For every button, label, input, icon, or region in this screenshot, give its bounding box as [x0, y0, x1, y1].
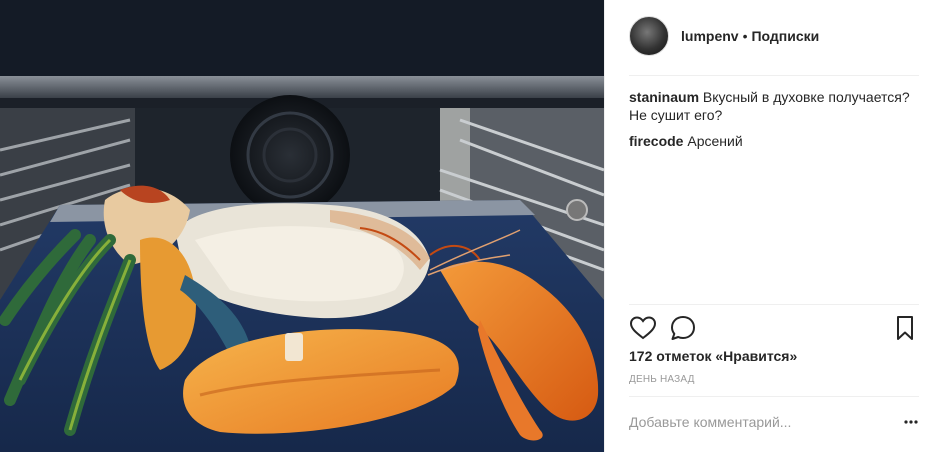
comment-item: firecode Арсений — [629, 132, 919, 150]
follow-button[interactable]: Подписки — [751, 28, 819, 44]
post-photo[interactable] — [0, 0, 604, 452]
likes-count[interactable]: 172 отметок «Нравится» — [629, 348, 797, 364]
separator-dot: • — [742, 28, 748, 44]
lobster-in-oven-photo — [0, 0, 604, 452]
more-options-icon[interactable] — [903, 414, 919, 430]
comment-text: Арсений — [687, 133, 743, 149]
heart-outline-icon[interactable] — [629, 314, 657, 342]
comment-input[interactable] — [629, 414, 889, 430]
header-divider — [629, 75, 919, 76]
comment-box-divider — [629, 396, 919, 397]
bookmark-icon[interactable] — [891, 314, 919, 342]
post-header: lumpenv • Подписки — [629, 16, 919, 56]
action-bar — [629, 314, 919, 342]
add-comment-section — [629, 404, 919, 440]
comment-item: staninaum Вкусный в духовке получается? … — [629, 88, 919, 124]
avatar[interactable] — [629, 16, 669, 56]
comment-username[interactable]: firecode — [629, 133, 683, 149]
post-sidebar: lumpenv • Подписки staninaum Вкусный в д… — [604, 0, 939, 452]
author-username[interactable]: lumpenv — [681, 28, 739, 44]
comment-username[interactable]: staninaum — [629, 89, 699, 105]
comment-bubble-icon[interactable] — [669, 314, 697, 342]
post-timestamp[interactable]: ДЕНЬ НАЗАД — [629, 374, 695, 385]
actions-divider — [629, 304, 919, 305]
comments-list: staninaum Вкусный в духовке получается? … — [629, 88, 919, 154]
